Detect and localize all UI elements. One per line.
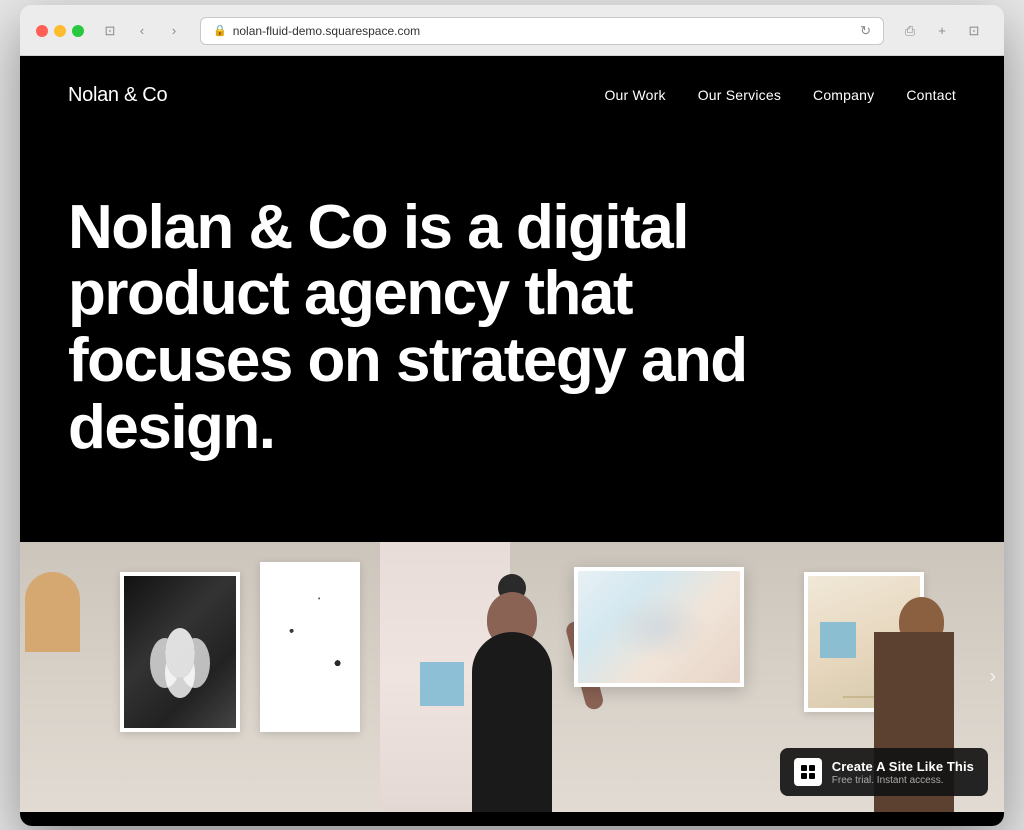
forward-button[interactable]: › [160,20,188,42]
hero-headline: Nolan & Co is a digital product agency t… [68,195,788,463]
squarespace-badge-text: Create A Site Like This Free trial. Inst… [832,759,974,786]
browser-chrome: ⊡ ‹ › 🔒 nolan-fluid-demo.squarespace.com… [20,5,1004,56]
badge-title: Create A Site Like This [832,759,974,774]
navigation: Nolan & Co Our Work Our Services Company… [20,56,1004,135]
nav-link-our-work[interactable]: Our Work [604,87,665,103]
close-button[interactable] [36,25,48,37]
address-bar[interactable]: 🔒 nolan-fluid-demo.squarespace.com ↻ [200,17,884,45]
hero-section: Nolan & Co is a digital product agency t… [20,135,1004,543]
squarespace-logo [794,758,822,786]
person-center [452,582,572,812]
traffic-lights [36,25,84,37]
person-left-hair [25,572,80,652]
sticky-note-2 [820,622,856,658]
person-body [472,632,552,812]
nav-link-our-services[interactable]: Our Services [698,87,781,103]
artwork-frame-1 [120,572,240,732]
browser-controls: ⊡ ‹ › [96,20,188,42]
sidebar-button[interactable]: ⊡ [960,20,988,42]
artwork-1-content [124,576,236,728]
browser-actions: ⎙ + ⊡ [896,20,988,42]
lock-icon: 🔒 [213,24,227,37]
nav-links: Our Work Our Services Company Contact [604,87,956,103]
person-left [20,612,80,812]
squarespace-badge[interactable]: Create A Site Like This Free trial. Inst… [780,748,988,796]
nav-link-contact[interactable]: Contact [906,87,956,103]
refresh-icon[interactable]: ↻ [860,23,871,39]
url-text: nolan-fluid-demo.squarespace.com [233,24,420,38]
minimize-button[interactable] [54,25,66,37]
scene-background: › Create A Site Like This Free trial. [20,542,1004,812]
website-content: Nolan & Co Our Work Our Services Company… [20,56,1004,826]
artwork-frame-float [574,567,744,687]
back-button[interactable]: ‹ [128,20,156,42]
badge-subtitle: Free trial. Instant access. [832,775,974,786]
maximize-button[interactable] [72,25,84,37]
new-tab-button[interactable]: + [928,20,956,42]
artwork-float-content [578,571,740,683]
artwork-2-content [264,566,356,728]
artwork-frame-2 [260,562,360,732]
hero-image-section: › Create A Site Like This Free trial. [20,542,1004,812]
scroll-right-arrow[interactable]: › [989,666,996,689]
site-logo[interactable]: Nolan & Co [68,84,167,107]
browser-window: ⊡ ‹ › 🔒 nolan-fluid-demo.squarespace.com… [20,5,1004,826]
nav-link-company[interactable]: Company [813,87,874,103]
share-button[interactable]: ⎙ [896,20,924,42]
flower-artwork [150,628,210,708]
window-mode-button[interactable]: ⊡ [96,20,124,42]
